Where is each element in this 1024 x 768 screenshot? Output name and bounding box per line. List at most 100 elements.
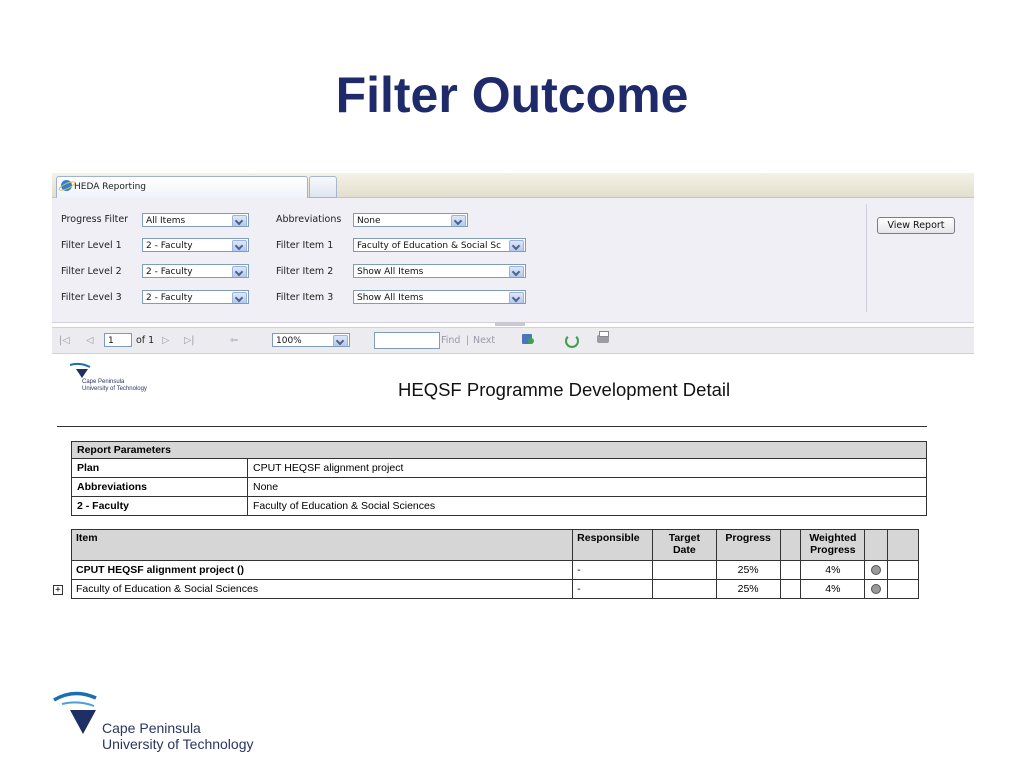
col-progress: Progress [715,529,781,561]
expand-row-toggle[interactable]: + [53,585,63,595]
filter-item-2-label: Filter Item 2 [276,266,334,277]
row-responsible: - [572,579,654,599]
tab-heda-reporting[interactable]: HEDA Reporting [56,176,308,198]
param-key: Abbreviations [71,477,248,497]
page-number-input[interactable]: 1 [104,333,132,347]
col-target-date: Target Date [652,529,717,561]
last-page-icon[interactable]: ▷| [184,328,195,353]
browser-tab-bar: HEDA Reporting [52,173,974,198]
detail-table: Item Responsible Target Date Progress We… [70,529,919,599]
cput-logo-icon [53,691,97,734]
chevron-down-icon [232,240,247,251]
footer-logo-line1: Cape Peninsula [102,720,201,736]
row-extra [887,560,919,580]
first-page-icon[interactable]: |◁ [59,328,70,353]
find-link[interactable]: Find [441,328,460,353]
divider [866,204,867,312]
param-value: None [247,477,927,497]
row-weighted: 4% [800,579,866,599]
zoom-select[interactable]: 100% [272,333,350,347]
row-target-date [652,560,717,580]
col-item: Item [70,529,574,561]
col-status [864,529,889,561]
refresh-icon[interactable] [565,334,579,348]
report-logo: Cape Peninsula University of Technology [68,362,147,392]
table-row: Abbreviations None [71,477,927,497]
chevron-down-icon [451,215,466,226]
filter-item-2-select[interactable]: Show All Items [353,264,526,278]
filter-item-1-select[interactable]: Faculty of Education & Social Sc [353,238,526,252]
filter-level-3-label: Filter Level 3 [61,292,122,303]
param-value: Faculty of Education & Social Sciences [247,496,927,516]
col-spacer [779,529,802,561]
abbreviations-select[interactable]: None [353,213,468,227]
col-responsible: Responsible [572,529,654,561]
chevron-down-icon [509,240,524,251]
row-status [864,560,889,580]
print-icon[interactable] [597,331,609,343]
table-row: Faculty of Education & Social Sciences -… [70,579,919,599]
col-weighted-progress: Weighted Progress [800,529,866,561]
filter-item-3-select[interactable]: Show All Items [353,290,526,304]
filter-level-1-label: Filter Level 1 [61,240,122,251]
abbreviations-label: Abbreviations [276,214,342,225]
row-spacer [779,579,802,599]
row-weighted: 4% [800,560,866,580]
chevron-down-icon [509,292,524,303]
logo-text-line2: University of Technology [82,386,147,392]
row-spacer [779,560,802,580]
filter-level-3-select[interactable]: 2 - Faculty [142,290,249,304]
footer-logo-line2: University of Technology [102,736,254,752]
row-responsible: - [572,560,654,580]
next-page-icon[interactable]: ▷ [162,328,169,353]
collapse-parameters-handle[interactable] [495,322,525,326]
table-row: 2 - Faculty Faculty of Education & Social… [71,496,927,516]
report-title: HEQSF Programme Development Detail [398,379,731,400]
row-progress: 25% [715,579,781,599]
chevron-down-icon [232,292,247,303]
table-row: Plan CPUT HEQSF alignment project [71,458,927,478]
progress-filter-select[interactable]: All Items [142,213,249,227]
chevron-down-icon [232,215,247,226]
chevron-down-icon [333,335,348,346]
param-value: CPUT HEQSF alignment project [247,458,927,478]
slide-title: Filter Outcome [335,67,689,123]
report-parameters-table: Report Parameters Plan CPUT HEQSF alignme… [71,441,927,516]
find-separator: | [466,335,470,346]
row-item: CPUT HEQSF alignment project () [70,560,574,580]
export-icon[interactable] [522,334,534,344]
status-dot-icon [871,584,882,595]
previous-page-icon[interactable]: ◁ [86,328,93,353]
row-item[interactable]: Faculty of Education & Social Sciences [70,579,574,599]
footer-logo: Cape Peninsula University of Technology [52,688,253,752]
row-target-date [652,579,717,599]
chevron-down-icon [232,266,247,277]
tab-title: HEDA Reporting [74,182,146,192]
row-progress: 25% [715,560,781,580]
table-row: CPUT HEQSF alignment project () - 25% 4% [70,560,919,580]
logo-text-line1: Cape Peninsula [82,379,125,385]
find-next-link[interactable]: Next [473,328,495,353]
row-extra [887,579,919,599]
page-count: of 1 [136,335,155,346]
col-extra [887,529,919,561]
filter-item-1-label: Filter Item 1 [276,240,334,251]
param-key: 2 - Faculty [71,496,248,516]
filter-level-2-label: Filter Level 2 [61,266,122,277]
filter-item-3-label: Filter Item 3 [276,292,334,303]
divider [57,426,927,427]
filter-level-2-select[interactable]: 2 - Faculty [142,264,249,278]
back-icon[interactable]: ⇦ [230,328,238,353]
find-input[interactable] [374,332,440,349]
status-dot-icon [871,565,882,576]
new-tab-button[interactable] [309,176,337,198]
param-key: Plan [71,458,248,478]
parameter-panel: Progress Filter All Items Abbreviations … [52,198,974,323]
params-header: Report Parameters [71,441,927,459]
row-status [864,579,889,599]
ie-icon [61,180,72,191]
view-report-button[interactable]: View Report [877,217,955,234]
filter-level-1-select[interactable]: 2 - Faculty [142,238,249,252]
progress-filter-label: Progress Filter [61,214,129,225]
report-toolbar: |◁ ◁ 1 of 1 ▷ ▷| ⇦ 100% Find | Next [52,327,974,354]
